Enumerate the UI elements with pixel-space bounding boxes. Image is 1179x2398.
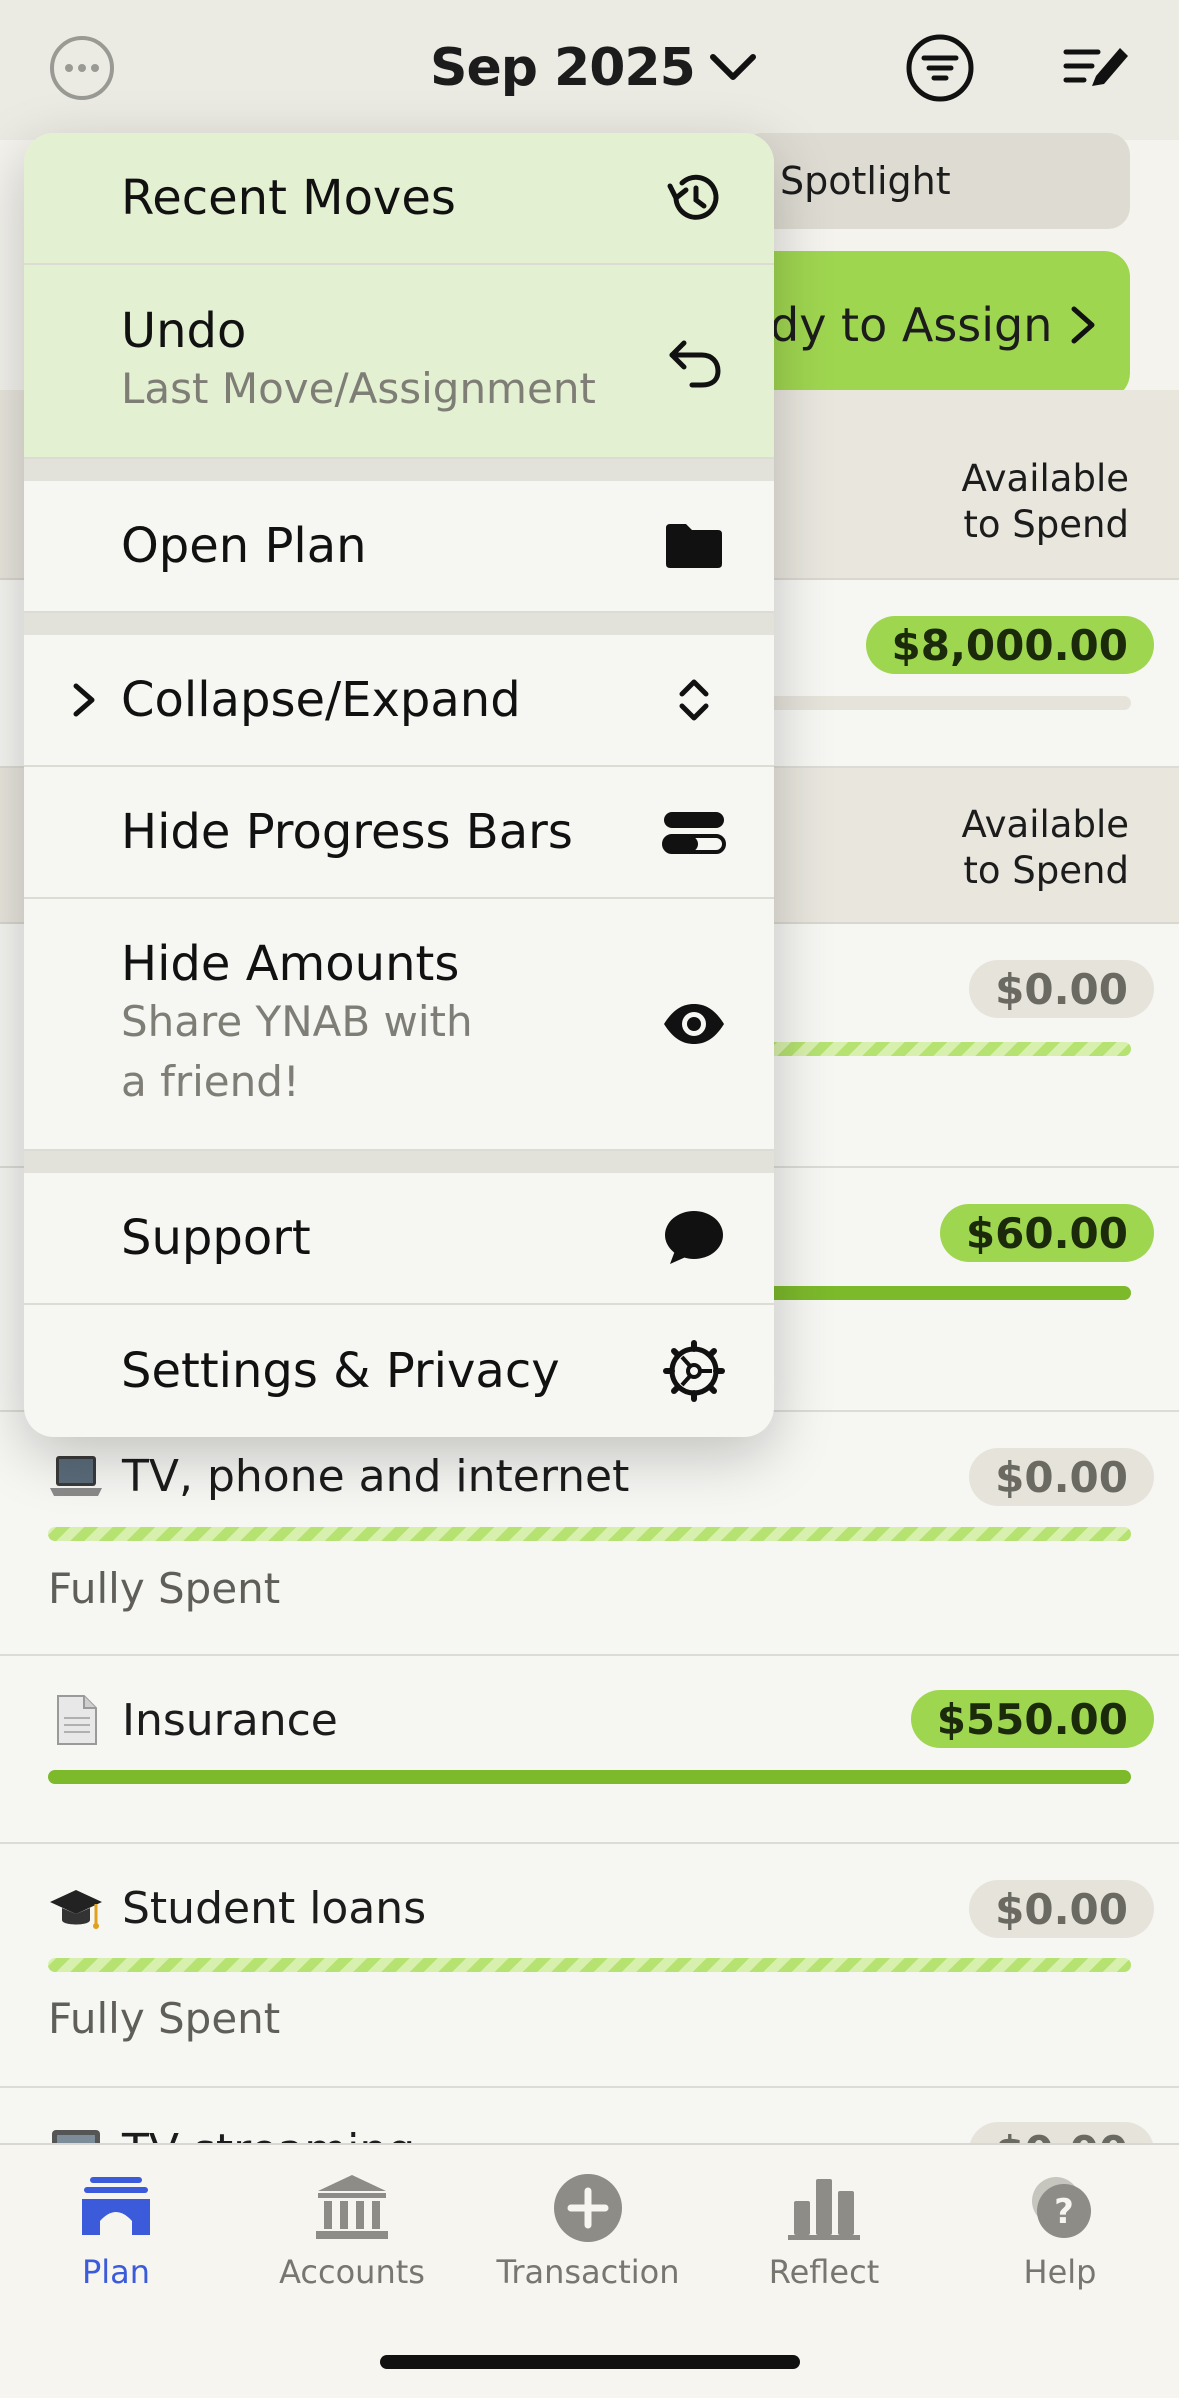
graduation-cap-icon <box>50 1890 102 1929</box>
chevron-up-down-icon <box>679 679 709 721</box>
svg-text:?: ? <box>1054 2192 1074 2232</box>
bar-chart-icon <box>788 2179 860 2240</box>
category-title: TV, phone and internet <box>48 1448 629 1504</box>
menu-item-sublabel: Share YNAB with <box>121 997 473 1046</box>
chevron-right-icon <box>1071 306 1095 344</box>
menu-item-label: Collapse/Expand <box>121 672 521 728</box>
menu-item-settings-privacy[interactable]: Settings & Privacy <box>24 1305 774 1437</box>
plan-icon <box>82 2177 150 2235</box>
filter-icon[interactable] <box>902 30 978 106</box>
menu-item-label: Hide Progress Bars <box>121 804 573 860</box>
month-label: Sep 2025 <box>430 38 696 98</box>
menu-item-sublabel: Last Move/Assignment <box>121 364 596 413</box>
chevron-down-icon <box>709 53 757 83</box>
bank-icon <box>316 2175 388 2239</box>
home-indicator <box>380 2355 800 2369</box>
available-amount-pill: $550.00 <box>910 1690 1154 1748</box>
available-amount-pill: $8,000.00 <box>865 616 1154 674</box>
menu-separator <box>24 459 774 481</box>
menu-item-collapse-expand[interactable]: Collapse/Expand <box>24 635 774 767</box>
more-icon[interactable] <box>44 30 120 106</box>
menu-item-label: Recent Moves <box>121 170 456 226</box>
tab-accounts[interactable]: Accounts <box>242 2173 462 2291</box>
options-menu: Recent Moves Undo Last Move/Assignment O… <box>24 133 774 1437</box>
category-title: Insurance <box>48 1692 338 1748</box>
top-bar: Sep 2025 <box>0 0 1179 140</box>
available-amount-pill: $0.00 <box>969 1448 1154 1506</box>
menu-item-label: Hide Amounts <box>121 936 460 992</box>
category-title: Student loans <box>48 1880 426 1936</box>
chevron-right-icon <box>73 683 95 717</box>
ready-to-assign-button[interactable]: dy to Assign <box>740 251 1130 399</box>
available-to-spend-label: Available to Spend <box>961 803 1129 892</box>
menu-separator <box>24 1151 774 1173</box>
gear-icon <box>663 1340 725 1402</box>
menu-item-recent-moves[interactable]: Recent Moves <box>24 133 774 265</box>
menu-item-support[interactable]: Support <box>24 1173 774 1305</box>
menu-item-label: Undo <box>121 303 247 359</box>
progress-bars-icon <box>662 812 726 854</box>
chat-bubble-icon <box>665 1211 723 1264</box>
available-amount-pill: $0.00 <box>969 960 1154 1018</box>
category-row[interactable]: Student loans $0.00 Fully Spent <box>0 1844 1179 2088</box>
menu-item-hide-progress-bars[interactable]: Hide Progress Bars <box>24 767 774 899</box>
menu-item-label: Settings & Privacy <box>121 1343 560 1399</box>
ready-to-assign-label: dy to Assign <box>770 298 1053 352</box>
menu-item-label: Open Plan <box>121 518 367 574</box>
laptop-icon <box>50 1456 102 1496</box>
spotlight-tab[interactable]: Spotlight <box>740 133 1130 229</box>
progress-bar <box>48 1527 1131 1541</box>
add-circle-icon <box>554 2174 622 2242</box>
progress-bar <box>48 1770 1131 1784</box>
eye-icon <box>664 1004 724 1044</box>
folder-icon <box>666 524 722 568</box>
menu-item-sublabel: a friend! <box>121 1057 300 1106</box>
history-icon <box>667 174 719 220</box>
available-amount-pill: $0.00 <box>969 1880 1154 1938</box>
menu-item-label: Support <box>121 1210 311 1266</box>
help-icon: ? <box>1032 2177 1091 2238</box>
category-row[interactable]: TV, phone and internet $0.00 Fully Spent <box>0 1412 1179 1656</box>
spotlight-label: Spotlight <box>780 159 951 203</box>
category-status: Fully Spent <box>48 1994 281 2043</box>
available-to-spend-label: Available to Spend <box>961 457 1129 546</box>
category-row[interactable]: Insurance $550.00 <box>0 1656 1179 1844</box>
document-icon <box>57 1695 97 1745</box>
tab-transaction[interactable]: Transaction <box>478 2173 698 2291</box>
tab-reflect[interactable]: Reflect <box>714 2173 934 2291</box>
menu-item-undo[interactable]: Undo Last Move/Assignment <box>24 265 774 459</box>
tab-help[interactable]: ? Help <box>950 2173 1170 2291</box>
menu-item-hide-amounts[interactable]: Hide Amounts Share YNAB with a friend! <box>24 899 774 1151</box>
month-selector[interactable]: Sep 2025 <box>430 28 757 108</box>
undo-icon <box>669 340 721 388</box>
menu-item-open-plan[interactable]: Open Plan <box>24 481 774 613</box>
tab-plan[interactable]: Plan <box>6 2173 226 2291</box>
menu-separator <box>24 613 774 635</box>
progress-bar <box>48 1958 1131 1972</box>
available-amount-pill: $60.00 <box>939 1204 1154 1262</box>
edit-icon[interactable] <box>1058 30 1134 106</box>
category-status: Fully Spent <box>48 1564 281 1613</box>
